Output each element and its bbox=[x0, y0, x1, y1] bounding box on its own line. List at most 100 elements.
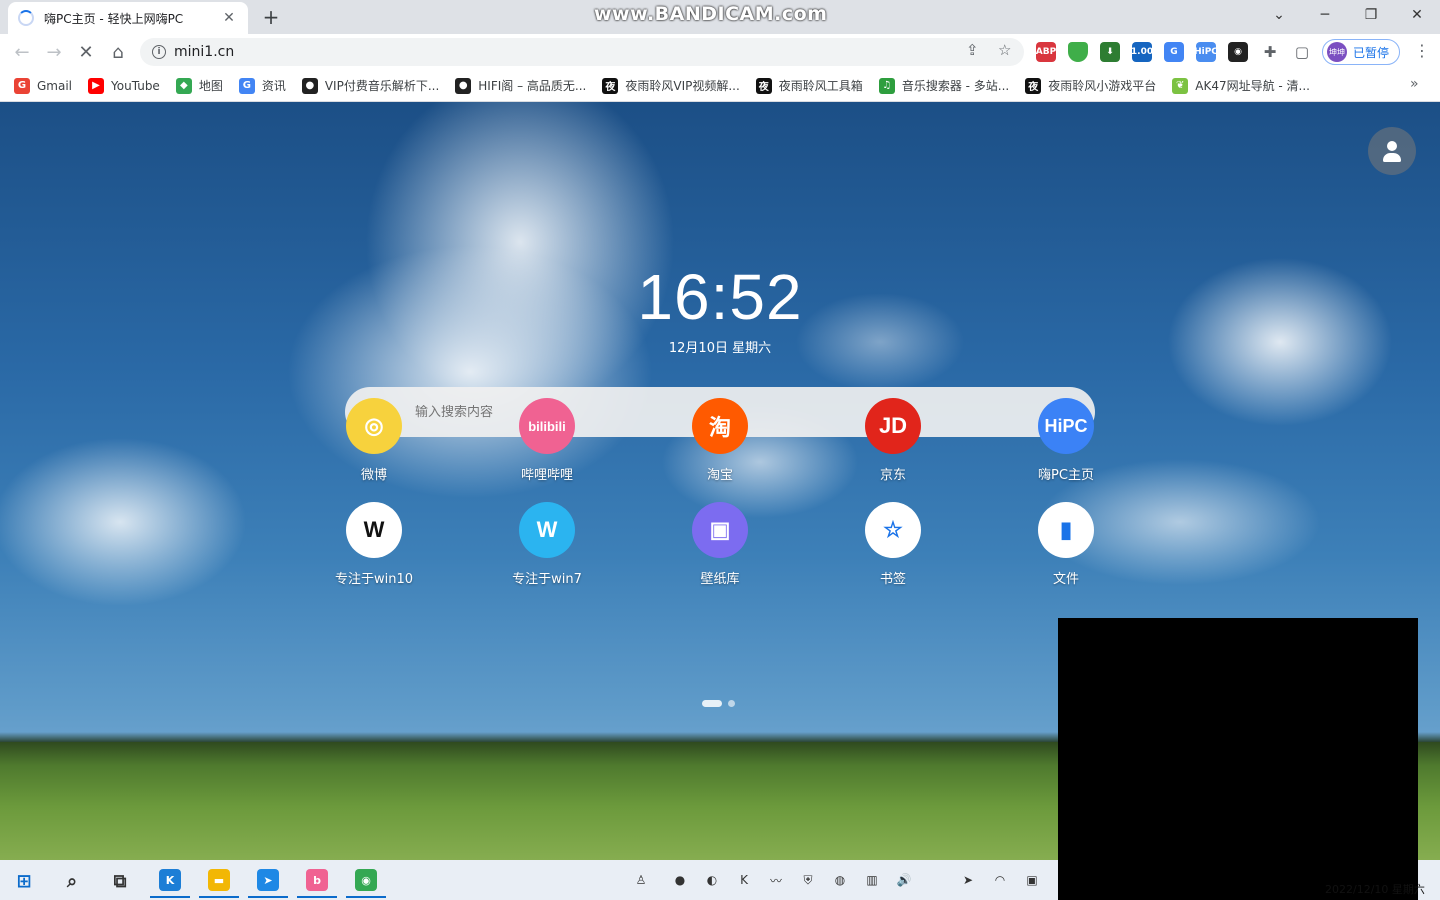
minimize-button[interactable]: ─ bbox=[1302, 0, 1348, 30]
shortcut-icon: 淘 bbox=[692, 398, 748, 454]
back-button[interactable]: ← bbox=[8, 38, 36, 66]
taskbar-arrow-app-button[interactable]: ➤ bbox=[248, 864, 288, 898]
taskbar-start-button[interactable]: ⊞ bbox=[4, 864, 44, 898]
shortcut-row1-2[interactable]: 淘淘宝 bbox=[670, 398, 770, 483]
new-tab-button[interactable]: + bbox=[258, 4, 284, 30]
shortcut-row1-1[interactable]: bilibili 哔哩哔哩 bbox=[497, 398, 597, 483]
address-bar[interactable]: i mini1.cn bbox=[140, 38, 1024, 66]
chrome-icon: ◉ bbox=[355, 869, 377, 891]
url-text[interactable]: mini1.cn bbox=[174, 44, 234, 60]
speed-extension-icon[interactable]: 1.00 bbox=[1131, 42, 1153, 62]
tab-search-icon[interactable]: ⌄ bbox=[1256, 0, 1302, 30]
shortcut-row2-0[interactable]: W 专注于win10 bbox=[324, 502, 424, 587]
bookmark-label: Gmail bbox=[37, 78, 73, 93]
tray-icon[interactable]: ◍ bbox=[831, 871, 849, 889]
tray-icon[interactable]: ▥ bbox=[863, 871, 881, 889]
shortcut-row2-1[interactable]: W 专注于win7 bbox=[497, 502, 597, 587]
taskbar-kugou-button[interactable]: K bbox=[150, 864, 190, 898]
share-icon[interactable]: ⇪ bbox=[966, 41, 979, 59]
bookmark-label: VIP付费音乐解析下... bbox=[324, 79, 440, 93]
taskbar-search-button[interactable]: ⌕ bbox=[52, 864, 92, 898]
bookmark-label: 资讯 bbox=[261, 79, 286, 93]
tray-icon[interactable]: ➤ bbox=[959, 871, 977, 889]
bookmark-item[interactable]: 夜夜雨聆风工具箱 bbox=[755, 77, 863, 94]
bookmark-favicon-icon: ◆ bbox=[175, 77, 192, 94]
sidepanel-extension-icon[interactable]: ▢ bbox=[1292, 42, 1312, 62]
black-overlay bbox=[1058, 618, 1418, 900]
tray-icon[interactable]: 🔊 bbox=[895, 871, 913, 889]
bookmark-item[interactable]: ▶ YouTube bbox=[88, 77, 160, 94]
bookmark-item[interactable]: 夜夜雨聆风小游戏平台 bbox=[1025, 77, 1156, 94]
page-dot[interactable] bbox=[728, 700, 735, 707]
home-button[interactable]: ⌂ bbox=[104, 38, 132, 66]
bookmark-item[interactable]: ❦ AK47网址导航 - 清... bbox=[1172, 77, 1310, 94]
bookmarks-bar: G Gmail ▶ YouTube ◆ 地图 G 资讯 ● VIP付费音乐解析下... ● HIFI阁… bbox=[0, 70, 1440, 102]
translate-extension-icon[interactable]: G bbox=[1164, 42, 1184, 62]
taskbar-taskview-button[interactable]: ⧉ bbox=[100, 864, 140, 898]
bookmark-star-icon[interactable]: ☆ bbox=[998, 41, 1011, 59]
shortcut-label: 书签 bbox=[879, 572, 906, 587]
tray-icon[interactable]: ● bbox=[671, 871, 689, 889]
shortcut-row2-2[interactable]: ▣ 壁纸库 bbox=[670, 502, 770, 587]
bookmark-item[interactable]: ● VIP付费音乐解析下... bbox=[301, 77, 440, 94]
shield-extension-icon[interactable] bbox=[1068, 42, 1088, 62]
tray-icon[interactable]: ♙ bbox=[632, 871, 650, 889]
menu-kebab-icon[interactable]: ⋮ bbox=[1414, 41, 1430, 60]
bookmark-item[interactable]: G Gmail bbox=[14, 77, 73, 94]
shortcut-icon: W bbox=[346, 502, 402, 558]
start-icon: ⊞ bbox=[16, 870, 32, 892]
shortcut-icon: JD bbox=[865, 398, 921, 454]
search-icon: ⌕ bbox=[66, 870, 78, 892]
bookmark-label: HIFI阁 – 高品质无... bbox=[478, 79, 587, 93]
tray-icon[interactable]: K bbox=[735, 871, 753, 889]
taskbar-clock[interactable]: 2022/12/10 星期六 bbox=[1325, 881, 1425, 897]
clock-date: 12月10日 星期六 bbox=[668, 341, 772, 356]
user-account-button[interactable] bbox=[1368, 127, 1416, 175]
mask-extension-icon[interactable]: ◉ bbox=[1228, 42, 1248, 62]
taskbar-chrome-button[interactable]: ◉ bbox=[346, 864, 386, 898]
bookmark-item[interactable]: G 资讯 bbox=[238, 77, 286, 94]
taskbar-bilibili-button[interactable]: b bbox=[297, 864, 337, 898]
profile-button[interactable]: 坤坤 已暂停 bbox=[1322, 39, 1400, 65]
bookmark-item[interactable]: ● HIFI阁 – 高品质无... bbox=[455, 77, 586, 94]
shortcut-icon: ☆ bbox=[865, 502, 921, 558]
bilibili-icon: b bbox=[306, 869, 328, 891]
shortcut-row2-3[interactable]: ☆ 书签 bbox=[843, 502, 943, 587]
bookmark-item[interactable]: ◆ 地图 bbox=[175, 77, 223, 94]
download-extension-icon[interactable]: ⬇ bbox=[1100, 42, 1120, 62]
restore-button[interactable]: ❐ bbox=[1348, 0, 1394, 30]
shortcut-row2-4[interactable]: ▮ 文件 bbox=[1016, 502, 1116, 587]
shortcut-label: 壁纸库 bbox=[700, 572, 740, 587]
tray-icon[interactable]: ◠ bbox=[991, 871, 1009, 889]
adblock-extension-icon[interactable]: ABP bbox=[1036, 42, 1056, 62]
bookmark-label: AK47网址导航 - 清... bbox=[1195, 79, 1310, 93]
bandicam-watermark: www.BANDICAM.com bbox=[594, 3, 828, 25]
site-info-icon[interactable]: i bbox=[152, 45, 166, 59]
bookmark-item[interactable]: ♫ 音乐搜索器 - 多站... bbox=[878, 77, 1009, 94]
bookmark-favicon-icon: ● bbox=[455, 77, 472, 94]
tray-icon[interactable]: 〰 bbox=[767, 871, 785, 889]
shortcut-row1-0[interactable]: ◎ 微博 bbox=[324, 398, 424, 483]
bookmark-item[interactable]: 夜夜雨聆风VIP视频解... bbox=[602, 77, 740, 94]
shortcut-row1-4[interactable]: HiPC 嗨PC主页 bbox=[1016, 398, 1116, 483]
puzzle-extension-icon[interactable]: ✚ bbox=[1260, 42, 1280, 62]
bookmark-favicon-icon: ❦ bbox=[1172, 77, 1189, 94]
taskbar-explorer-button[interactable]: ▬ bbox=[199, 864, 239, 898]
shortcut-icon: bilibili bbox=[519, 398, 575, 454]
close-window-button[interactable]: ✕ bbox=[1394, 0, 1440, 30]
tray-icon[interactable]: ⛨ bbox=[799, 871, 817, 889]
shortcut-label: 微博 bbox=[360, 468, 387, 483]
tab-close-icon[interactable]: ✕ bbox=[220, 10, 238, 26]
tray-icon[interactable]: ◐ bbox=[703, 871, 721, 889]
forward-button[interactable]: → bbox=[40, 38, 68, 66]
bookmark-label: 夜雨聆风工具箱 bbox=[778, 79, 863, 93]
hipc-extension-icon[interactable]: HiPC bbox=[1194, 42, 1218, 62]
shortcut-row1-3[interactable]: JD 京东 bbox=[843, 398, 943, 483]
tray-icon[interactable]: ▣ bbox=[1023, 871, 1041, 889]
stop-loading-button[interactable]: ✕ bbox=[72, 38, 100, 66]
tab-active[interactable]: 嗨PC主页 - 轻快上网嗨PC ✕ bbox=[8, 2, 248, 34]
kugou-icon: K bbox=[159, 869, 181, 891]
more-bookmarks-button[interactable]: » bbox=[1410, 76, 1419, 92]
page-dot-active[interactable] bbox=[702, 700, 722, 707]
shortcut-label: 专注于win10 bbox=[334, 572, 414, 587]
